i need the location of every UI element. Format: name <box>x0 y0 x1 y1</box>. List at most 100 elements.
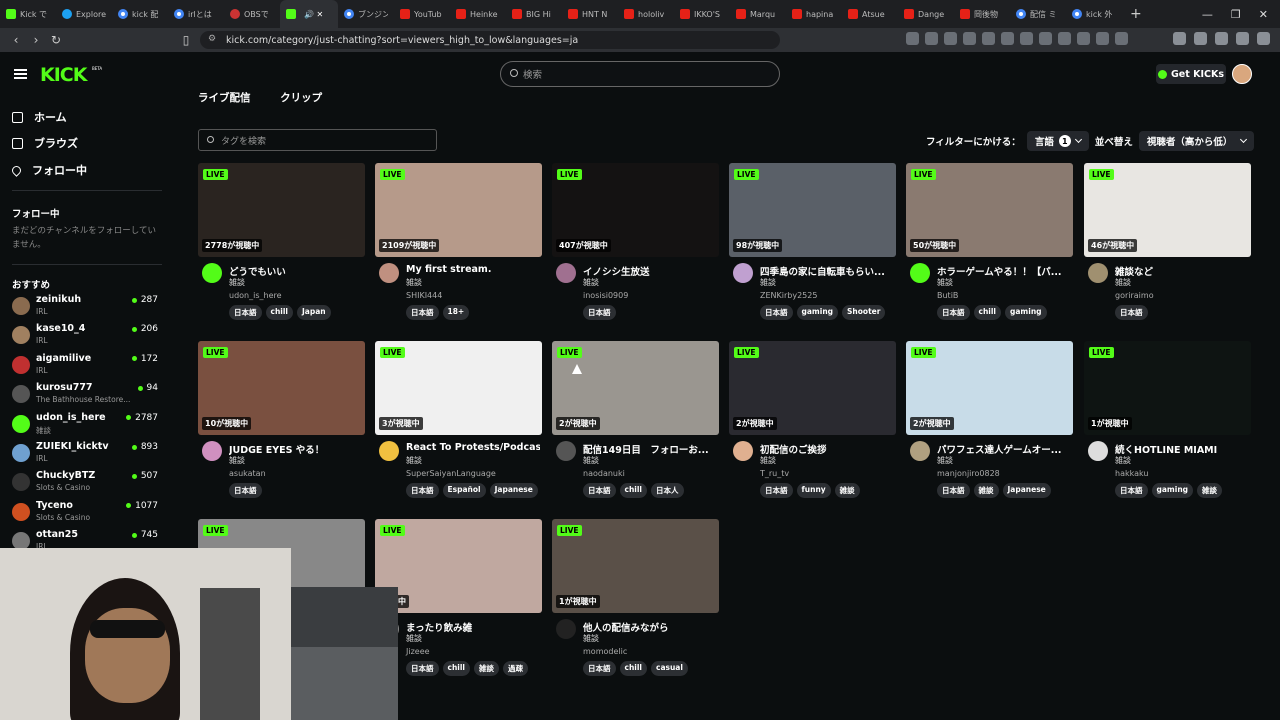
new-tab-icon[interactable]: + <box>1122 6 1150 22</box>
sidebar-channel-item[interactable]: ChuckyBTZ Slots & Casino 507 <box>12 470 162 498</box>
stream-tag[interactable]: 18+ <box>442 305 470 320</box>
streamer-name[interactable]: Jizeee <box>406 647 430 656</box>
stream-card[interactable]: LIVE 2109が視聴中 My first stream. 雑談 SHIKI444 日本… <box>375 163 542 333</box>
stream-tag[interactable]: chill <box>442 661 470 676</box>
kick-logo[interactable]: KICK <box>40 64 87 86</box>
browser-tab[interactable]: ブンジン <box>338 0 394 28</box>
sidebar-channel-item[interactable]: Tyceno Slots & Casino 1077 <box>12 500 162 528</box>
browser-tab[interactable]: Heinke <box>450 0 506 28</box>
stream-tag[interactable]: 日本語 <box>583 661 616 676</box>
extension-icon[interactable] <box>925 32 938 45</box>
browser-tab[interactable]: HNT N <box>562 0 618 28</box>
streamer-name[interactable]: manjonjiro0828 <box>937 469 1000 478</box>
browser-tab[interactable]: hapina <box>786 0 842 28</box>
stream-tag[interactable]: 過疎 <box>503 661 528 676</box>
search-input[interactable]: 検索 <box>500 61 780 87</box>
stream-tag[interactable]: 日本語 <box>406 483 439 498</box>
streamer-name[interactable]: ZENKirby2525 <box>760 291 817 300</box>
streamer-avatar[interactable] <box>1088 263 1108 283</box>
sidebar-channel-item[interactable]: udon_is_here 雑談 2787 <box>12 412 162 440</box>
stream-thumbnail[interactable]: LIVE 2778が視聴中 <box>198 163 365 257</box>
user-avatar[interactable] <box>1232 64 1252 84</box>
tag-search-input[interactable]: タグを検索 <box>198 129 437 151</box>
stream-tag[interactable]: 日本語 <box>760 483 793 498</box>
streamer-avatar[interactable] <box>379 263 399 283</box>
stream-tag[interactable]: chill <box>265 305 293 320</box>
stream-tag[interactable]: Español <box>442 483 486 498</box>
get-kicks-button[interactable]: Get KICKs <box>1156 64 1226 84</box>
stream-category[interactable]: 雑談 <box>229 277 245 288</box>
streamer-avatar[interactable] <box>556 263 576 283</box>
extension-icon[interactable] <box>944 32 957 45</box>
stream-thumbnail[interactable]: LIVE 10が視聴中 <box>198 341 365 435</box>
stream-title[interactable]: イノシシ生放送 <box>583 264 717 278</box>
stream-tag[interactable]: 雑談 <box>1197 483 1223 498</box>
streamer-name[interactable]: ButiB <box>937 291 958 300</box>
site-info-icon[interactable]: ⚙ <box>208 34 216 44</box>
language-filter-button[interactable]: 言語 1 <box>1026 131 1089 151</box>
streamer-name[interactable]: momodelic <box>583 647 627 656</box>
stream-category[interactable]: 雑談 <box>583 277 599 288</box>
streamer-name[interactable]: naodanuki <box>583 469 625 478</box>
stream-title[interactable]: ホラーゲームやる！！【パ... <box>937 264 1071 278</box>
browser-tab[interactable]: BIG Hi <box>506 0 562 28</box>
stream-thumbnail[interactable]: LIVE視聴中 <box>375 519 542 613</box>
stream-tag[interactable]: 日本語 <box>760 305 793 320</box>
stream-tag[interactable]: 日本語 <box>937 305 970 320</box>
browser-tab[interactable]: 岡後物 <box>954 0 1010 28</box>
stream-tag[interactable]: gaming <box>1151 483 1194 498</box>
stream-tag[interactable]: 雑談 <box>834 483 860 498</box>
extension-icon[interactable] <box>1077 32 1090 45</box>
back-icon[interactable]: ‹ <box>6 33 26 47</box>
stream-category[interactable]: 雑談 <box>229 455 245 466</box>
stream-title[interactable]: React To Protests/Podcas... <box>406 442 540 453</box>
streamer-name[interactable]: inosisi0909 <box>583 291 628 300</box>
stream-tag[interactable]: Japan <box>297 305 331 320</box>
streamer-avatar[interactable] <box>733 441 753 461</box>
stream-category[interactable]: 雑談 <box>406 633 422 644</box>
stream-thumbnail[interactable]: LIVE 3が視聴中 <box>375 341 542 435</box>
tab-clips[interactable]: クリップ <box>280 92 322 104</box>
stream-tag[interactable]: 日本語 <box>229 483 262 498</box>
stream-category[interactable]: 雑談 <box>406 277 422 288</box>
stream-tag[interactable]: 日本語 <box>1115 305 1148 320</box>
sidebar-channel-item[interactable]: kurosu777 The Bathhouse Restore... 94 <box>12 382 162 410</box>
streamer-name[interactable]: goriraimo <box>1115 291 1154 300</box>
stream-tag[interactable]: Japanese <box>1002 483 1051 498</box>
browser-tab[interactable]: OBSで <box>224 0 280 28</box>
stream-tag[interactable]: funny <box>796 483 831 498</box>
stream-thumbnail[interactable]: LIVE 2が視聴中 <box>906 341 1073 435</box>
stream-tag[interactable]: gaming <box>796 305 839 320</box>
browser-tab[interactable]: kick 外 <box>1066 0 1122 28</box>
extension-icon[interactable] <box>982 32 995 45</box>
browser-tab[interactable]: Marqu <box>730 0 786 28</box>
stream-card[interactable]: LIVE 2が視聴中 パワフェス達人ゲームオー... 雑談 manjonjiro0828… <box>906 341 1073 511</box>
browser-tab[interactable]: 🔊 ✕ <box>280 0 338 28</box>
media-icon[interactable] <box>1173 32 1186 45</box>
stream-category[interactable]: 雑談 <box>583 455 599 466</box>
stream-card[interactable]: LIVE 50が視聴中 ホラーゲームやる！！【パ... 雑談 ButiB 日本語 chill… <box>906 163 1073 333</box>
stream-title[interactable]: 続くHOTLINE MIAMI <box>1115 442 1249 456</box>
stream-card[interactable]: LIVE 1が視聴中 他人の配信みながら 雑談 momodelic 日本語 chill cas… <box>552 519 719 689</box>
tab-audio-close-icon[interactable]: 🔊 ✕ <box>304 10 323 19</box>
stream-tag[interactable]: chill <box>619 483 647 498</box>
extension-icon[interactable] <box>1020 32 1033 45</box>
sidebar-channel-item[interactable]: kase10_4 IRL 206 <box>12 323 162 351</box>
stream-category[interactable]: 雑談 <box>1115 277 1131 288</box>
stream-card[interactable]: LIVE 2778が視聴中 どうでもいい 雑談 udon_is_here 日本語 chill… <box>198 163 365 333</box>
stream-thumbnail[interactable]: LIVE 2が視聴中 <box>729 341 896 435</box>
streamer-name[interactable]: hakkaku <box>1115 469 1148 478</box>
stream-thumbnail[interactable]: LIVE 1が視聴中 <box>1084 341 1251 435</box>
streamer-avatar[interactable] <box>1088 441 1108 461</box>
stream-tag[interactable]: 日本人 <box>651 483 684 498</box>
stream-title[interactable]: JUDGE EYES やる！ <box>229 442 363 456</box>
stream-thumbnail[interactable]: LIVE 50が視聴中 <box>906 163 1073 257</box>
stream-category[interactable]: 雑談 <box>937 455 953 466</box>
stream-title[interactable]: どうでもいい <box>229 264 363 278</box>
streamer-name[interactable]: udon_is_here <box>229 291 282 300</box>
streamer-avatar[interactable] <box>202 441 222 461</box>
streamer-name[interactable]: asukatan <box>229 469 266 478</box>
stream-title[interactable]: まったり飲み雑 <box>406 620 540 634</box>
browser-tab[interactable]: hololiv <box>618 0 674 28</box>
extension-icon[interactable] <box>1096 32 1109 45</box>
